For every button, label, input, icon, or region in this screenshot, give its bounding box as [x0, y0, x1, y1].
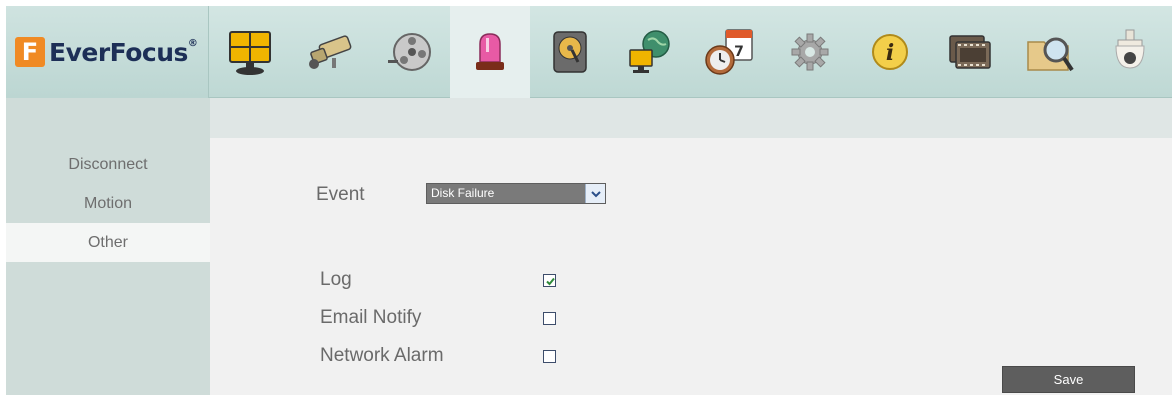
toolbar-ptz[interactable]	[1090, 6, 1170, 98]
settings-gear-icon	[791, 33, 829, 71]
toolbar-storage[interactable]	[530, 6, 610, 98]
toolbar-search[interactable]	[1010, 6, 1090, 98]
toolbar-playback[interactable]	[930, 6, 1010, 98]
toolbar-live-view[interactable]	[210, 6, 290, 98]
everfocus-logo-icon: F	[15, 37, 45, 67]
network-alarm-checkbox[interactable]	[543, 350, 556, 363]
event-settings-panel: Event Disk Failure Log Email Notify Netw…	[210, 138, 1172, 395]
log-label: Log	[320, 269, 352, 290]
sidebar-item-other[interactable]: Other	[6, 223, 210, 262]
live-view-icon	[229, 31, 271, 75]
toolbar-alarm[interactable]	[450, 6, 530, 98]
event-select[interactable]: Disk Failure	[426, 183, 606, 204]
sidebar-item-motion[interactable]: Motion	[6, 184, 210, 223]
chevron-down-icon[interactable]	[585, 184, 605, 203]
toolbar-info[interactable]: i	[850, 6, 930, 98]
top-header: F EverFocus® 7 i	[6, 6, 1172, 98]
sidebar-item-label: Motion	[83, 194, 133, 212]
brand-name: EverFocus	[49, 37, 188, 67]
svg-text:7: 7	[734, 44, 744, 60]
brand-logo: F EverFocus®	[6, 6, 209, 98]
toolbar-network[interactable]	[610, 6, 690, 98]
sidebar: Disconnect Motion Other	[6, 138, 210, 395]
network-icon	[629, 30, 670, 73]
camera-icon	[309, 35, 352, 69]
checkmark-icon	[546, 277, 555, 286]
log-checkbox[interactable]	[543, 274, 556, 287]
sub-menu-bar	[210, 98, 1172, 138]
sidebar-item-label: Other	[87, 233, 128, 251]
email-notify-label: Email Notify	[320, 307, 422, 328]
schedule-icon: 7	[705, 29, 753, 75]
save-button[interactable]: Save	[1002, 366, 1135, 393]
toolbar-camera[interactable]	[290, 6, 370, 98]
svg-text:i: i	[886, 40, 894, 66]
event-label: Event	[316, 184, 365, 205]
network-alarm-label: Network Alarm	[320, 345, 444, 366]
search-icon	[1027, 37, 1074, 72]
app-frame: F EverFocus® 7 i Disconnect Motion Other…	[6, 6, 1172, 395]
sidebar-top-spacer	[6, 98, 210, 138]
registered-mark: ®	[187, 37, 198, 49]
sidebar-item-disconnect[interactable]: Disconnect	[6, 145, 210, 184]
ptz-dome-icon	[1115, 29, 1145, 69]
email-notify-checkbox[interactable]	[543, 312, 556, 325]
alarm-event-icon	[476, 33, 504, 70]
hard-disk-icon	[553, 31, 587, 73]
info-icon: i	[872, 34, 908, 70]
toolbar-settings[interactable]	[770, 6, 850, 98]
event-select-value: Disk Failure	[431, 186, 495, 200]
playback-icon	[949, 35, 991, 69]
record-icon	[388, 33, 431, 71]
main-toolbar: 7 i	[210, 6, 1172, 98]
sidebar-item-label: Disconnect	[68, 155, 148, 173]
toolbar-schedule[interactable]: 7	[690, 6, 770, 98]
toolbar-record[interactable]	[370, 6, 450, 98]
